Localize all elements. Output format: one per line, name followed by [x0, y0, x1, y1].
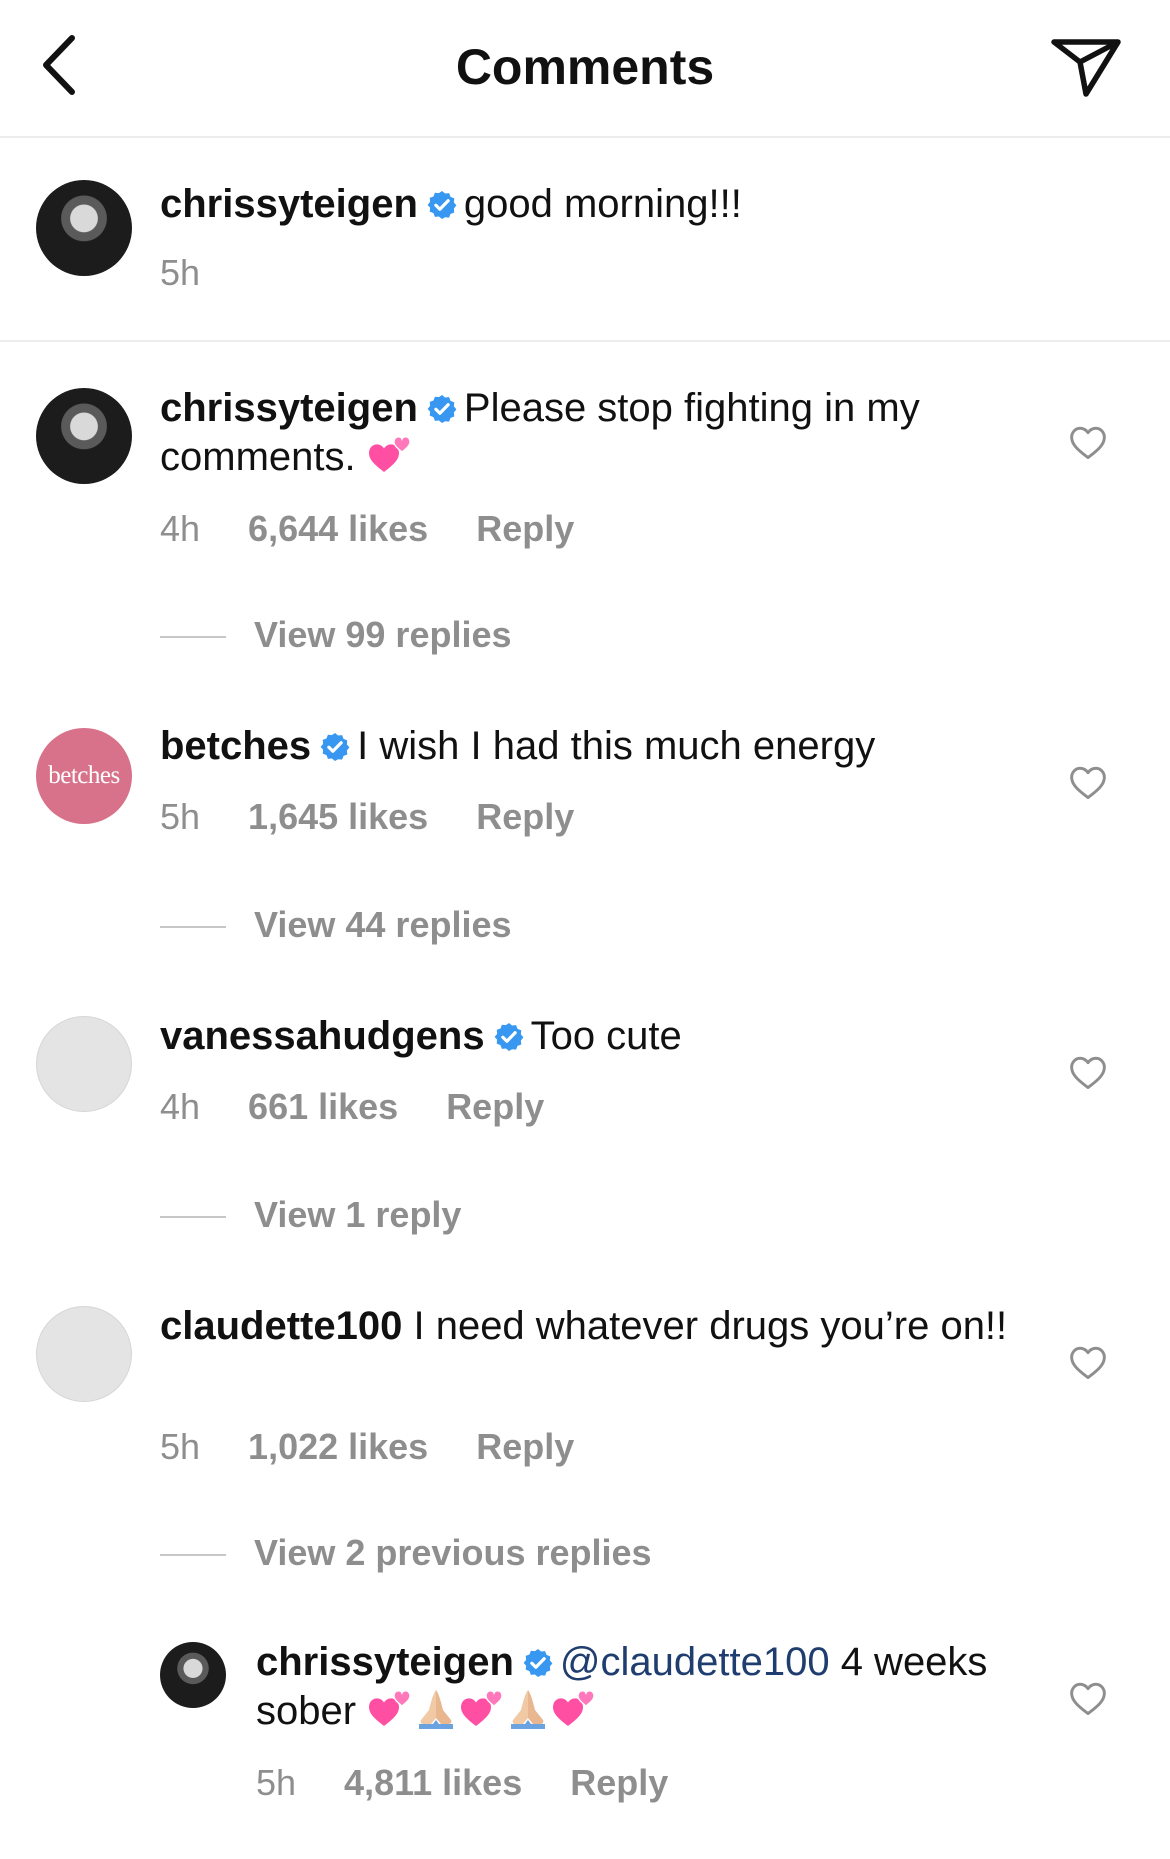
folded-hands-emoji: [413, 1686, 459, 1730]
divider-line: [160, 636, 226, 639]
comment-time: 5h: [160, 796, 201, 837]
pink-hearts-emoji: [367, 432, 413, 476]
comment-username[interactable]: vanessahudgens: [160, 1014, 485, 1058]
heart-icon[interactable]: [1068, 424, 1108, 460]
post-caption: chrissyteigen good morning!!! 5h: [0, 138, 1170, 342]
reply-item: chrissyteigen @claudette100 4 weeks sober…: [0, 1598, 1170, 1838]
likes-count[interactable]: 6,644 likes: [248, 508, 428, 550]
heart-icon[interactable]: [1068, 1680, 1108, 1716]
divider-line: [160, 1554, 226, 1557]
reply-button[interactable]: Reply: [476, 508, 574, 550]
header-bar: Comments: [0, 0, 1170, 138]
send-icon[interactable]: [1050, 36, 1122, 100]
verified-badge-icon: [426, 393, 458, 425]
pink-hearts-emoji: [367, 1686, 413, 1730]
comment-text: Too cute: [530, 1014, 682, 1058]
likes-count[interactable]: 1,645 likes: [248, 796, 428, 838]
avatar[interactable]: [36, 1016, 132, 1112]
verified-badge-icon: [319, 731, 351, 763]
divider-line: [160, 926, 226, 929]
avatar[interactable]: [36, 180, 132, 276]
pink-hearts-emoji: [551, 1686, 597, 1730]
reply-button[interactable]: Reply: [476, 796, 574, 838]
folded-hands-emoji: [505, 1686, 551, 1730]
comment-username[interactable]: chrissyteigen: [160, 386, 418, 430]
reply-button[interactable]: Reply: [476, 1426, 574, 1468]
verified-badge-icon: [426, 189, 458, 221]
comment-item: chrissyteigen Please stop fighting in my …: [0, 342, 1170, 660]
comment-text: I wish I had this much energy: [357, 724, 876, 768]
comment-username[interactable]: chrissyteigen: [160, 182, 418, 226]
view-replies-button[interactable]: View 2 previous replies: [160, 1532, 860, 1576]
comment-time: 5h: [160, 252, 201, 293]
heart-icon[interactable]: [1068, 1054, 1108, 1090]
likes-count[interactable]: 1,022 likes: [248, 1426, 428, 1468]
heart-icon[interactable]: [1068, 764, 1108, 800]
comment-time: 5h: [160, 1426, 201, 1467]
view-replies-button[interactable]: View 44 replies: [160, 904, 860, 948]
comment-item: betches betches I wish I had this much en…: [0, 682, 1170, 972]
comment-text: good morning!!!: [463, 182, 742, 226]
avatar[interactable]: [160, 1642, 226, 1708]
view-replies-button[interactable]: View 1 reply: [160, 1194, 860, 1238]
comment-time: 4h: [160, 508, 201, 549]
page-title: Comments: [455, 39, 715, 95]
comment-username[interactable]: claudette100: [160, 1304, 402, 1348]
verified-badge-icon: [522, 1647, 554, 1679]
avatar[interactable]: [36, 388, 132, 484]
avatar[interactable]: [36, 1306, 132, 1402]
likes-count[interactable]: 661 likes: [248, 1086, 398, 1128]
comment-username[interactable]: chrissyteigen: [256, 1640, 514, 1684]
avatar[interactable]: betches: [36, 728, 132, 824]
comment-username[interactable]: betches: [160, 724, 311, 768]
heart-icon[interactable]: [1068, 1344, 1108, 1380]
view-replies-button[interactable]: View 99 replies: [160, 614, 860, 658]
comment-item: vanessahudgens Too cute 4h 661 likes Reply …: [0, 972, 1170, 1262]
comment-time: 5h: [256, 1762, 297, 1803]
pink-hearts-emoji: [459, 1686, 505, 1730]
comment-item: claudette100 I need whatever drugs you’r…: [0, 1262, 1170, 1598]
comment-text: I need whatever drugs you’re on!!: [413, 1304, 1008, 1348]
reply-button[interactable]: Reply: [570, 1762, 668, 1804]
verified-badge-icon: [493, 1021, 525, 1053]
divider-line: [160, 1216, 226, 1219]
mention-link[interactable]: @claudette100: [560, 1640, 830, 1684]
reply-button[interactable]: Reply: [446, 1086, 544, 1128]
likes-count[interactable]: 4,811 likes: [344, 1762, 522, 1804]
comment-time: 4h: [160, 1086, 201, 1127]
